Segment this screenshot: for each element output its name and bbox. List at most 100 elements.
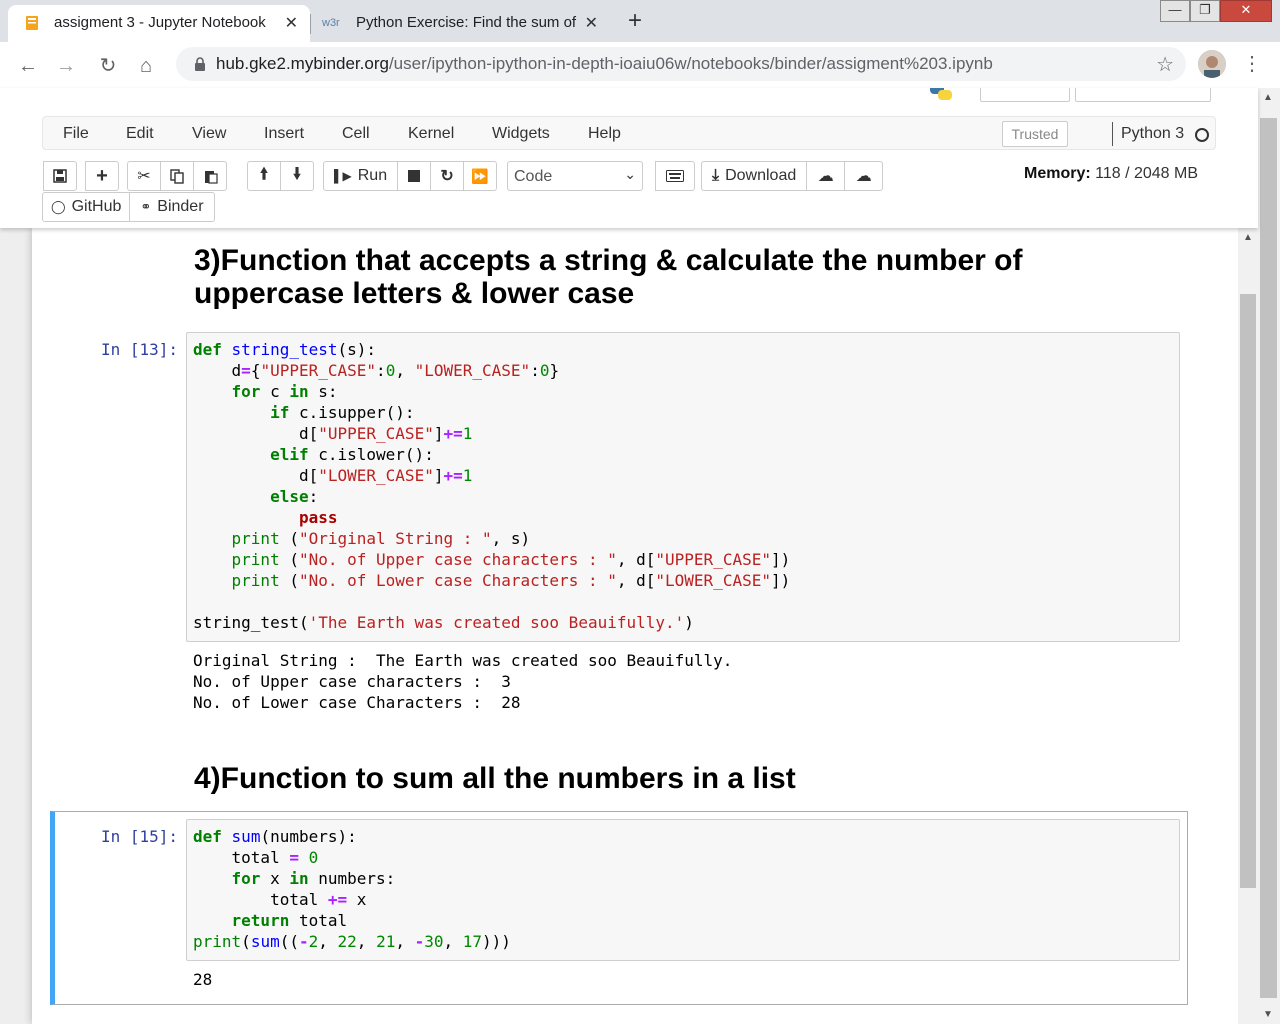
- kernel-separator: [1112, 122, 1113, 146]
- url-path: /user/ipython-ipython-in-depth-ioaiu06w/…: [388, 54, 993, 73]
- download-button[interactable]: ⤓ Download: [701, 161, 808, 191]
- new-tab-button[interactable]: +: [620, 8, 650, 36]
- profile-avatar[interactable]: [1198, 50, 1226, 78]
- run-group: ▌▶ Run ↻ ⏩: [323, 161, 498, 191]
- url-host: hub.gke2.mybinder.org: [216, 54, 389, 73]
- cell-type-select[interactable]: Code ⌄: [507, 161, 643, 191]
- notebook-container: 3)Function that accepts a string & calcu…: [32, 228, 1238, 1024]
- heading-3-line-2: uppercase letters & lower case: [194, 277, 635, 310]
- notebook-scrollbar-thumb[interactable]: [1240, 294, 1256, 888]
- tab-title: assigment 3 - Jupyter Notebook: [54, 14, 266, 31]
- memory-value: 118 / 2048 MB: [1095, 165, 1199, 182]
- menu-cell[interactable]: Cell: [342, 125, 370, 143]
- home-icon[interactable]: ⌂: [132, 52, 160, 80]
- move-group: 🠙 🠛: [247, 161, 314, 191]
- address-bar[interactable]: hub.gke2.mybinder.org/user/ipython-ipyth…: [176, 47, 1186, 81]
- arrow-down-icon: 🠛: [292, 165, 302, 183]
- code-cell-15-source: def sum(numbers): total = 0 for x in num…: [193, 827, 511, 951]
- bookmark-star-icon[interactable]: ☆: [1156, 52, 1174, 77]
- menu-edit[interactable]: Edit: [126, 125, 154, 143]
- markdown-heading-4[interactable]: 4)Function to sum all the numbers in a l…: [194, 762, 796, 795]
- tab-python-exercise[interactable]: w3r Python Exercise: Find the sum of ✕: [310, 5, 610, 42]
- code-cell-15-input[interactable]: def sum(numbers): total = 0 for x in num…: [186, 819, 1180, 961]
- interrupt-button[interactable]: [397, 161, 432, 191]
- menu-widgets[interactable]: Widgets: [492, 125, 550, 143]
- scroll-up-arrow-icon[interactable]: ▲: [1263, 92, 1273, 103]
- move-down-button[interactable]: 🠛: [280, 161, 314, 191]
- stop-icon: [408, 170, 421, 182]
- copy-icon: [169, 168, 184, 184]
- github-button[interactable]: ◯ GitHub: [42, 192, 131, 222]
- tab-jupyter-notebook[interactable]: assigment 3 - Jupyter Notebook ✕: [8, 5, 310, 42]
- scroll-up-arrow-icon[interactable]: ▲: [1243, 232, 1253, 243]
- notebook-scrollbar[interactable]: ▲: [1238, 228, 1258, 1024]
- cloud-upload-button[interactable]: ☁: [844, 161, 884, 191]
- download-group: ⤓ Download ☁ ☁: [701, 161, 884, 191]
- restart-button[interactable]: ↻: [430, 161, 465, 191]
- logout-button[interactable]: [980, 88, 1070, 102]
- page-scrollbar[interactable]: ▲ ▼: [1258, 88, 1280, 1024]
- paste-button[interactable]: [193, 161, 227, 191]
- markdown-heading-3[interactable]: 3)Function that accepts a string & calcu…: [194, 244, 1022, 310]
- jupyter-header: ◠ File Edit View Insert Cell Kernel Widg…: [0, 88, 1258, 228]
- github-icon: ◯: [51, 199, 66, 214]
- command-palette-button[interactable]: [655, 161, 695, 191]
- scroll-down-arrow-icon[interactable]: ▼: [1263, 1009, 1273, 1020]
- forward-arrow-icon[interactable]: →: [52, 52, 80, 80]
- restore-button[interactable]: ❐: [1190, 0, 1220, 22]
- menu-kernel[interactable]: Kernel: [408, 125, 454, 143]
- tab-divider: [310, 14, 311, 34]
- jupyter-logo[interactable]: ◠: [44, 88, 70, 103]
- back-arrow-icon[interactable]: ←: [14, 52, 42, 80]
- browser-menu-icon[interactable]: ⋮: [1242, 50, 1262, 78]
- move-up-button[interactable]: 🠙: [247, 161, 281, 191]
- url-text: hub.gke2.mybinder.org/user/ipython-ipyth…: [216, 54, 993, 74]
- save-button[interactable]: [43, 161, 77, 191]
- memory-usage: Memory: 118 / 2048 MB: [1024, 165, 1198, 183]
- python-logo-icon: [930, 88, 952, 100]
- input-prompt: In [15]:: [100, 827, 178, 846]
- palette-group: [655, 161, 695, 191]
- heading-3-line-1: 3)Function that accepts a string & calcu…: [194, 244, 1023, 277]
- menu-file[interactable]: File: [63, 125, 89, 143]
- plus-icon: +: [96, 164, 108, 187]
- code-cell-13-source: def string_test(s): d={"UPPER_CASE":0, "…: [193, 340, 791, 632]
- insert-cell-button[interactable]: +: [85, 161, 119, 191]
- kernel-idle-indicator-icon: [1195, 128, 1209, 142]
- menu-view[interactable]: View: [192, 125, 226, 143]
- browser-toolbar: ← → ↻ ⌂ hub.gke2.mybinder.org/user/ipyth…: [0, 42, 1280, 89]
- restart-run-all-button[interactable]: ⏩: [463, 161, 498, 191]
- cell-type-value: Code: [514, 168, 553, 185]
- save-group: [43, 161, 77, 191]
- copy-button[interactable]: [160, 161, 194, 191]
- run-button[interactable]: ▌▶ Run: [323, 161, 399, 191]
- cell-15-output: 28: [193, 970, 213, 989]
- step-forward-icon: ▌▶: [334, 169, 352, 183]
- code-cell-13-input[interactable]: def string_test(s): d={"UPPER_CASE":0, "…: [186, 332, 1180, 642]
- window-close-button[interactable]: ✕: [1220, 0, 1272, 22]
- binder-label: Binder: [157, 198, 204, 215]
- arrow-up-icon: 🠙: [259, 165, 269, 183]
- trusted-indicator[interactable]: Trusted: [1002, 121, 1068, 147]
- control-panel-button[interactable]: [1075, 88, 1211, 102]
- jupyter-notebook-icon: [26, 16, 38, 30]
- avatar-face-icon: [1198, 50, 1226, 78]
- paste-icon: [204, 170, 218, 184]
- close-tab-icon[interactable]: ✕: [585, 13, 598, 33]
- cut-button[interactable]: ✂: [127, 161, 161, 191]
- repo-links-group: ◯ GitHub ⚭ Binder: [42, 192, 215, 222]
- minimize-button[interactable]: —: [1160, 0, 1190, 22]
- insert-group: +: [85, 161, 119, 191]
- binder-button[interactable]: ⚭ Binder: [129, 192, 215, 222]
- menu-help[interactable]: Help: [588, 125, 621, 143]
- close-tab-icon[interactable]: ✕: [285, 13, 298, 33]
- cell-13-output: Original String : The Earth was created …: [193, 651, 733, 712]
- cloud-download-button[interactable]: ☁: [806, 161, 846, 191]
- reload-icon[interactable]: ↻: [94, 52, 122, 80]
- save-floppy-icon: [53, 169, 67, 183]
- download-label: Download: [725, 167, 797, 184]
- page-scrollbar-thumb[interactable]: [1260, 118, 1277, 998]
- menu-insert[interactable]: Insert: [264, 125, 304, 143]
- scissors-icon: ✂: [137, 168, 151, 185]
- kernel-name[interactable]: Python 3: [1121, 125, 1184, 143]
